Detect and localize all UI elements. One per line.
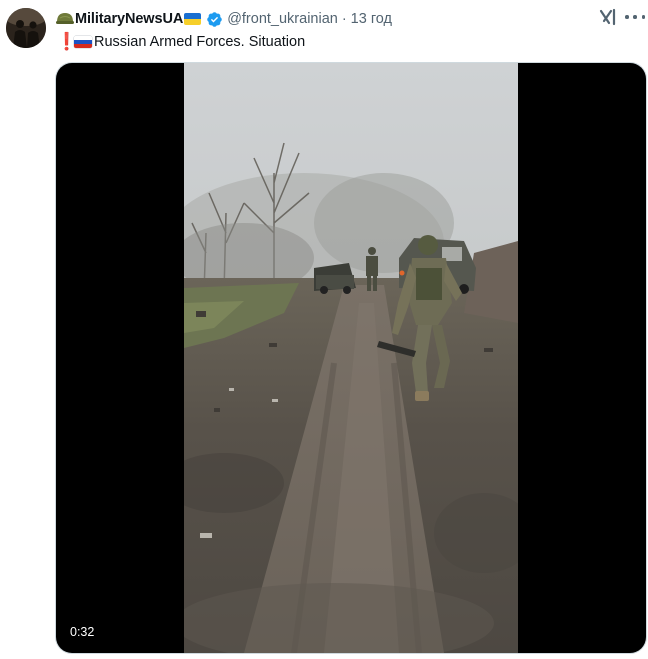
military-helmet-icon xyxy=(56,13,74,24)
ukraine-flag-icon xyxy=(184,13,202,25)
video-duration: 0:32 xyxy=(70,625,95,639)
exclamation-icon: ❗ xyxy=(56,32,78,51)
tweet-text: ❗ Russian Armed Forces. Situation xyxy=(56,31,638,53)
video-frame[interactable] xyxy=(184,63,518,653)
display-name[interactable]: MilitaryNewsUA xyxy=(75,11,183,27)
video-thumbnail xyxy=(184,63,518,653)
separator-dot: · xyxy=(341,11,347,27)
tweet-body: Russian Armed Forces. Situation xyxy=(94,34,306,50)
video-player[interactable]: 0:32 xyxy=(56,63,646,653)
verified-badge-icon xyxy=(207,11,222,27)
avatar[interactable] xyxy=(6,8,46,48)
tweet-header: MilitaryNewsUA @front_ukrainian · 13 год xyxy=(56,9,640,29)
avatar-image xyxy=(6,8,46,48)
timestamp[interactable]: 13 год xyxy=(351,11,392,27)
author-handle[interactable]: @front_ukrainian xyxy=(227,11,338,27)
grok-icon[interactable] xyxy=(598,7,618,27)
more-options-icon[interactable] xyxy=(625,8,645,26)
russia-flag-icon xyxy=(74,36,92,48)
